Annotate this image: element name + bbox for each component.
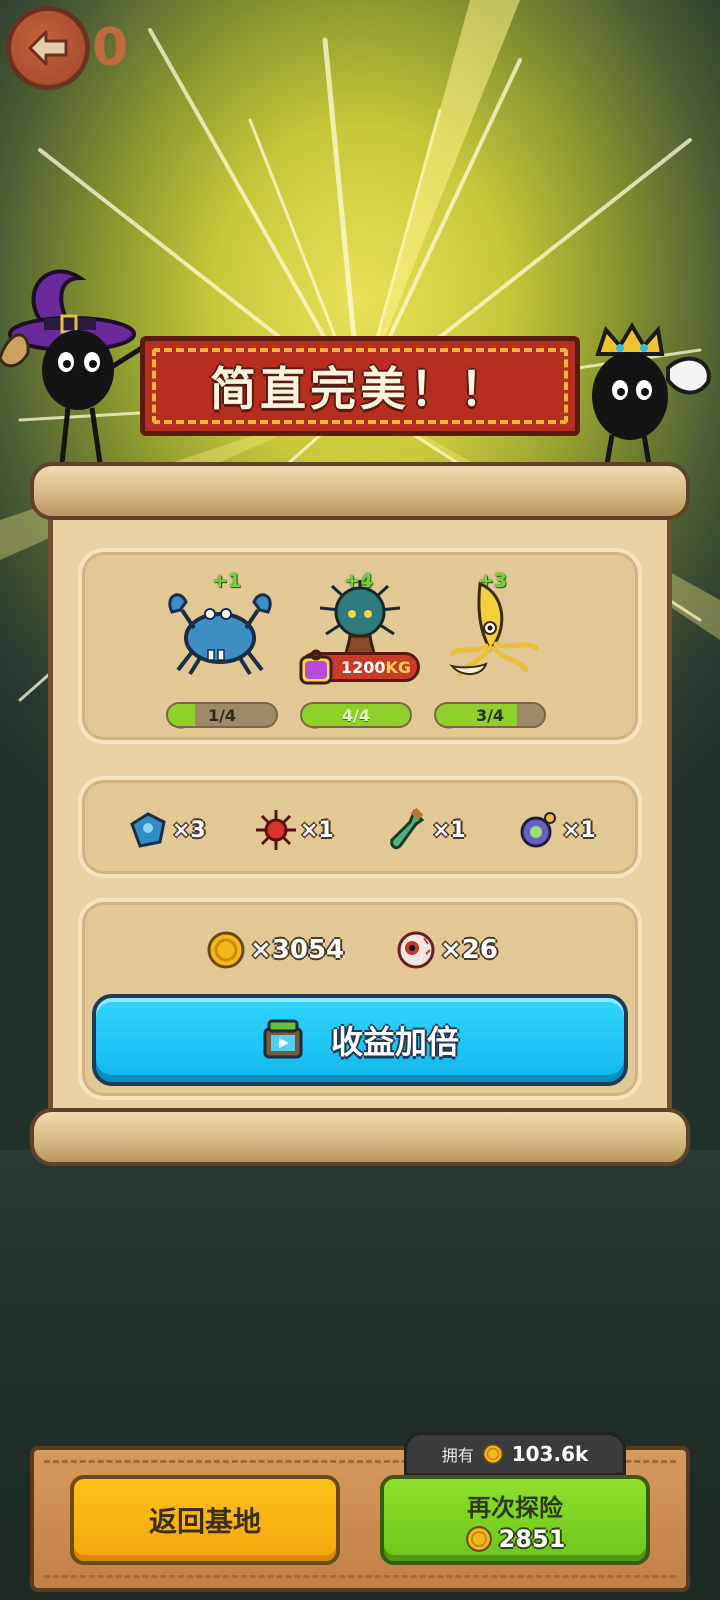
owned-label: 拥有: [441, 1446, 474, 1465]
back-button[interactable]: [6, 6, 90, 90]
coin-icon: [482, 1443, 503, 1465]
item-qty: ×1: [562, 817, 596, 843]
explore-again-cost: 2851: [465, 1524, 566, 1553]
explore-again-label: 再次探险: [467, 1493, 563, 1522]
reward-qty: ×3054: [250, 935, 345, 965]
item-drop: ×1: [516, 808, 596, 852]
bottle-icon: [390, 808, 425, 850]
item-drop: ×1: [386, 808, 466, 852]
weight-badge: 1200 KG: [299, 649, 420, 685]
banner-cloth: 简直完美！！: [140, 336, 580, 436]
red-urchin-icon: [256, 810, 296, 850]
eyeball-icon: [397, 931, 435, 969]
double-rewards-label: 收益加倍: [330, 1023, 459, 1061]
return-base-label: 返回基地: [148, 1505, 261, 1538]
kg-weight-icon: [299, 649, 333, 685]
progress-text: 1/4: [207, 705, 237, 725]
owned-coins-tab: 拥有 103.6k: [404, 1432, 626, 1476]
banner-title: 简直完美！！: [210, 362, 510, 416]
explore-again-button[interactable]: 再次探险 2851: [380, 1475, 650, 1565]
item-qty: ×1: [432, 817, 466, 843]
weight-value: 1200: [341, 657, 386, 677]
video-ad-icon: [263, 1019, 303, 1059]
coin-icon: [465, 1525, 492, 1552]
scroll-top-rod: [30, 462, 690, 520]
gadget-icon: [520, 812, 556, 848]
reward-coins: ×3054: [206, 930, 344, 970]
reward-qty: ×26: [440, 935, 498, 965]
back-arrow-icon: [28, 30, 68, 66]
weight-unit: KG: [385, 657, 412, 677]
crab-icon: [168, 593, 272, 676]
banana-octopus-icon: [449, 581, 539, 677]
back-count: 0: [92, 18, 129, 78]
progress-text: 4/4: [341, 705, 371, 725]
king-mascot: [592, 322, 711, 470]
return-base-button[interactable]: 返回基地: [70, 1475, 340, 1565]
reward-eyeballs: ×26: [396, 930, 498, 970]
double-rewards-button[interactable]: 收益加倍: [92, 994, 628, 1086]
item-qty: ×3: [172, 817, 206, 843]
creature-progress-bar: 1/4: [166, 702, 278, 728]
creature-progress-bar: 3/4: [434, 702, 546, 728]
creature-progress-bar: 4/4: [300, 702, 412, 728]
coin-icon: [207, 931, 245, 969]
blue-part-icon: [130, 812, 166, 848]
scroll-bottom-rod: [30, 1108, 690, 1166]
explore-again-cost-value: 2851: [498, 1524, 566, 1553]
item-drop: ×1: [254, 808, 334, 852]
title-banner: 简直完美！！: [128, 330, 592, 442]
item-drop: ×3: [126, 808, 206, 852]
progress-text: 3/4: [475, 705, 505, 725]
item-qty: ×1: [300, 817, 334, 843]
owned-value: 103.6k: [511, 1442, 589, 1466]
